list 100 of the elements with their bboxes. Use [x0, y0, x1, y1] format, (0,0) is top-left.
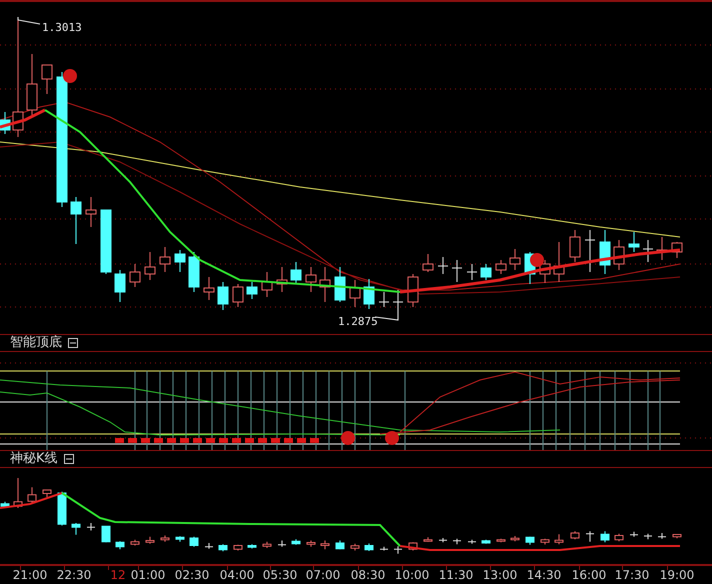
- candlestick: [70, 196, 82, 244]
- candlestick: [570, 530, 580, 540]
- candlestick: [350, 543, 360, 551]
- candlestick: [628, 232, 640, 252]
- candlestick: [570, 230, 580, 262]
- candlestick: [452, 260, 462, 282]
- candlestick: [144, 252, 156, 280]
- candlestick: [480, 264, 492, 280]
- signal-marker: [206, 438, 215, 443]
- candlestick: [130, 264, 140, 288]
- collapse-icon[interactable]: [68, 338, 78, 348]
- candlestick: [656, 236, 668, 260]
- candlestick: [276, 266, 288, 292]
- candlestick: [86, 522, 96, 531]
- time-axis-label: 21:00: [12, 568, 48, 582]
- candlestick: [364, 543, 374, 552]
- candlestick: [262, 272, 272, 298]
- collapse-icon[interactable]: [64, 454, 74, 464]
- candlestick: [364, 278, 374, 310]
- candlestick: [72, 522, 80, 536]
- candlestick: [146, 536, 154, 544]
- candlestick: [218, 282, 228, 310]
- candlestick: [130, 539, 140, 546]
- candlestick: [394, 546, 402, 554]
- candlestick: [114, 270, 126, 302]
- candlestick: [204, 276, 214, 300]
- signal-marker: [297, 438, 306, 443]
- time-axis-label: 17:30: [614, 568, 650, 582]
- candlestick: [378, 292, 390, 308]
- time-axis-label: 02:30: [174, 568, 210, 582]
- leader-line: [18, 16, 40, 24]
- signal-dot: [63, 69, 77, 83]
- high-price-label: 1.3013: [42, 21, 82, 34]
- candlestick: [102, 526, 110, 543]
- signal-marker: [141, 438, 150, 443]
- candlestick: [28, 486, 36, 504]
- signal-marker: [284, 438, 293, 443]
- candlestick: [526, 536, 534, 546]
- candlestick: [100, 210, 112, 274]
- candlestick: [672, 242, 682, 258]
- signal-marker: [167, 438, 176, 443]
- candlestick: [554, 534, 564, 545]
- time-axis-label: 08:30: [350, 568, 386, 582]
- signal-marker: [219, 438, 228, 443]
- candlestick: [86, 196, 96, 228]
- candlestick: [586, 530, 594, 542]
- candlestick: [292, 538, 300, 546]
- time-axis-label: 05:30: [262, 568, 298, 582]
- time-axis-label: 13:00: [482, 568, 518, 582]
- time-axis-label: 10:00: [394, 568, 430, 582]
- signal-marker: [245, 438, 254, 443]
- candlestick: [42, 490, 52, 498]
- candlestick: [630, 531, 638, 538]
- candlestick: [496, 260, 506, 274]
- indicator-title: 智能顶底: [10, 335, 62, 351]
- candlestick: [14, 478, 22, 508]
- candlestick: [176, 536, 184, 542]
- candlestick: [278, 540, 286, 548]
- candlestick: [452, 538, 462, 545]
- candlestick: [350, 280, 360, 308]
- signal-marker: [193, 438, 202, 443]
- signal-marker: [115, 438, 124, 443]
- candlestick: [160, 246, 170, 272]
- candlestick: [306, 266, 316, 292]
- candlestick: [584, 230, 596, 272]
- candlestick: [246, 282, 258, 300]
- time-axis-label: 07:00: [306, 568, 340, 582]
- signal-marker: [180, 438, 189, 443]
- candlestick: [234, 544, 242, 551]
- time-axis-label: 12: [110, 568, 126, 582]
- time-axis-label: 22:30: [56, 568, 92, 582]
- candlestick: [438, 538, 448, 543]
- time-axis-label: 01:00: [130, 568, 166, 582]
- time-axis-label: 11:30: [438, 568, 474, 582]
- time-axis-label: 04:00: [220, 568, 254, 582]
- signal-dot: [385, 431, 399, 445]
- candlestick: [42, 64, 52, 94]
- candlestick: [424, 536, 432, 542]
- candlestick: [600, 530, 610, 543]
- signal-dot: [530, 253, 544, 267]
- candlestick: [174, 250, 186, 272]
- time-axis-label: 16:00: [572, 568, 606, 582]
- indicator-title: 神秘K线: [10, 451, 58, 467]
- candlestick: [218, 544, 228, 552]
- candlestick: [510, 248, 520, 270]
- candlestick: [482, 539, 490, 544]
- candlestick: [320, 266, 330, 302]
- candlestick: [290, 262, 302, 284]
- candlestick: [496, 538, 506, 543]
- time-axis-label: 19:00: [660, 568, 694, 582]
- signal-marker: [258, 438, 267, 443]
- candlestick: [658, 532, 666, 540]
- candlestick: [614, 240, 624, 270]
- candlestick: [320, 540, 330, 550]
- time-axis-label: 14:30: [526, 568, 562, 582]
- signal-marker: [128, 438, 137, 443]
- candlestick: [232, 284, 244, 308]
- candlestick: [672, 534, 682, 539]
- signal-dot: [341, 431, 355, 445]
- candlestick: [26, 54, 38, 118]
